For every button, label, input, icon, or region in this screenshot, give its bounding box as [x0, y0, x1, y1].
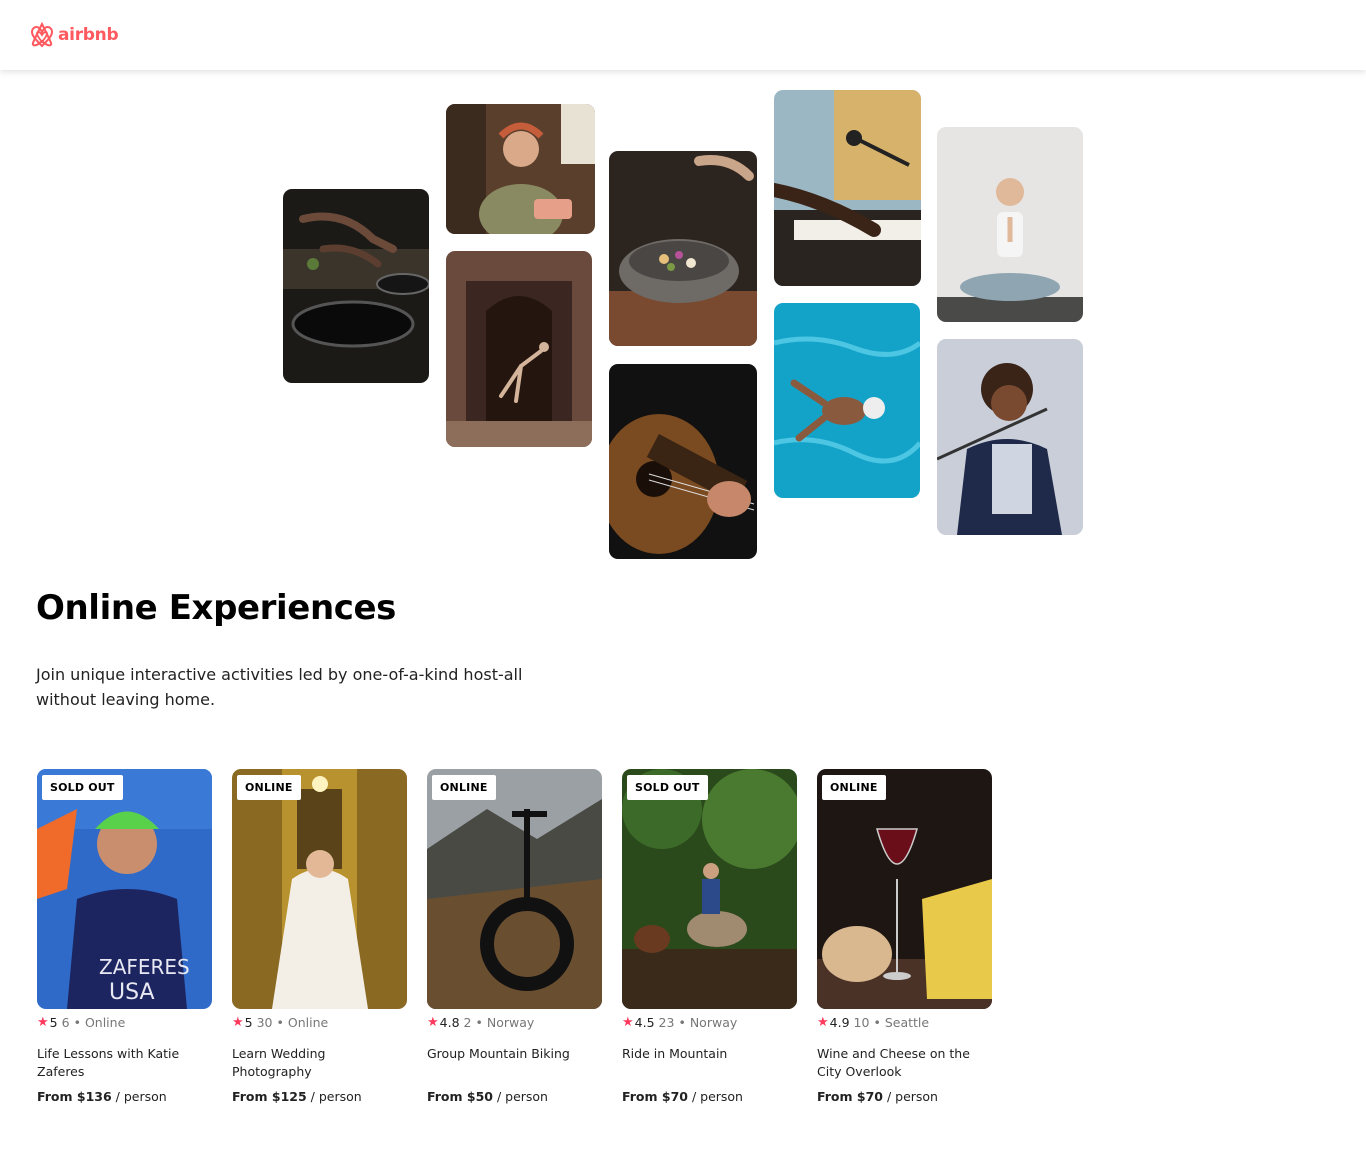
airbnb-logo[interactable]: airbnb — [30, 22, 119, 48]
dot-separator: • — [73, 1015, 81, 1030]
status-badge: SOLD OUT — [42, 775, 123, 800]
photo-cooking — [283, 189, 429, 383]
photo-swimmer — [774, 303, 920, 498]
card-price: From $70 / person — [622, 1089, 797, 1104]
card-image: ONLINE — [232, 769, 407, 1009]
price-unit: / person — [496, 1089, 548, 1104]
experience-card[interactable]: ZAFERES USA SOLD OUT ★ 5 6 • Online Life… — [37, 769, 212, 1104]
page-title: Online Experiences — [36, 588, 397, 628]
card-stats: ★ 4.9 10 • Seattle — [817, 1015, 992, 1030]
card-title: Life Lessons with Katie Zaferes — [37, 1046, 180, 1079]
photo-guitar — [609, 364, 757, 559]
status-badge: ONLINE — [822, 775, 886, 800]
star-icon: ★ — [622, 1015, 634, 1030]
card-location: Online — [287, 1015, 329, 1030]
svg-text:ZAFERES: ZAFERES — [99, 955, 190, 979]
navbar: airbnb — [0, 0, 1366, 70]
card-image: SOLD OUT — [622, 769, 797, 1009]
card-price: From $125 / person — [232, 1089, 407, 1104]
dot-separator: • — [475, 1015, 483, 1030]
card-price: From $50 / person — [427, 1089, 602, 1104]
card-price: From $70 / person — [817, 1089, 992, 1104]
card-title: Learn Wedding Photography — [232, 1046, 326, 1079]
card-location: Online — [84, 1015, 126, 1030]
price-value: From $136 — [37, 1089, 112, 1104]
card-image: ONLINE — [817, 769, 992, 1009]
card-rating: 5 — [49, 1015, 58, 1030]
dot-separator: • — [276, 1015, 284, 1030]
card-price: From $136 / person — [37, 1089, 212, 1104]
price-value: From $125 — [232, 1089, 307, 1104]
price-value: From $50 — [427, 1089, 493, 1104]
airbnb-logo-icon — [30, 22, 54, 48]
star-icon: ★ — [232, 1015, 244, 1030]
page-subtitle: Join unique interactive activities led b… — [36, 665, 523, 709]
experience-card[interactable]: ONLINE ★ 5 30 • Online Learn Wedding Pho… — [232, 769, 407, 1104]
photo-dancer — [446, 251, 592, 447]
card-rating: 4.9 — [829, 1015, 850, 1030]
experience-card[interactable]: SOLD OUT ★ 4.5 23 • Norway Ride in Mount… — [622, 769, 797, 1104]
airbnb-logo-text: airbnb — [58, 25, 119, 45]
photo-singer — [937, 339, 1083, 535]
card-title: Group Mountain Biking — [427, 1046, 570, 1061]
star-icon: ★ — [37, 1015, 49, 1030]
card-rating: 5 — [244, 1015, 253, 1030]
card-image: ZAFERES USA SOLD OUT — [37, 769, 212, 1009]
price-value: From $70 — [622, 1089, 688, 1104]
star-icon: ★ — [817, 1015, 829, 1030]
card-image: ONLINE — [427, 769, 602, 1009]
card-reviews: 6 — [61, 1015, 70, 1030]
card-reviews: 10 — [853, 1015, 870, 1030]
photo-piano-singer — [774, 90, 921, 286]
dot-separator: • — [873, 1015, 881, 1030]
price-value: From $70 — [817, 1089, 883, 1104]
card-title: Wine and Cheese on the City Overlook — [817, 1046, 970, 1079]
status-badge: SOLD OUT — [627, 775, 708, 800]
star-icon: ★ — [427, 1015, 439, 1030]
card-location: Seattle — [884, 1015, 930, 1030]
card-stats: ★ 4.8 2 • Norway — [427, 1015, 602, 1030]
price-unit: / person — [886, 1089, 938, 1104]
price-unit: / person — [691, 1089, 743, 1104]
price-unit: / person — [115, 1089, 167, 1104]
card-stats: ★ 5 30 • Online — [232, 1015, 407, 1030]
card-location: Norway — [486, 1015, 535, 1030]
card-title: Ride in Mountain — [622, 1046, 728, 1061]
card-stats: ★ 5 6 • Online — [37, 1015, 212, 1030]
price-unit: / person — [310, 1089, 362, 1104]
dot-separator: • — [678, 1015, 686, 1030]
card-reviews: 2 — [463, 1015, 472, 1030]
card-reviews: 30 — [256, 1015, 273, 1030]
experience-card[interactable]: ONLINE ★ 4.9 10 • Seattle Wine and Chees… — [817, 769, 992, 1104]
experience-card[interactable]: ONLINE ★ 4.8 2 • Norway Group Mountain B… — [427, 769, 602, 1104]
svg-text:USA: USA — [109, 980, 155, 1005]
card-reviews: 23 — [658, 1015, 675, 1030]
photo-food-bowl — [609, 151, 757, 346]
status-badge: ONLINE — [237, 775, 301, 800]
photo-baker — [446, 104, 595, 234]
card-rating: 4.5 — [634, 1015, 655, 1030]
card-location: Norway — [689, 1015, 738, 1030]
card-stats: ★ 4.5 23 • Norway — [622, 1015, 797, 1030]
photo-yoga — [937, 127, 1083, 322]
status-badge: ONLINE — [432, 775, 496, 800]
card-rating: 4.8 — [439, 1015, 460, 1030]
